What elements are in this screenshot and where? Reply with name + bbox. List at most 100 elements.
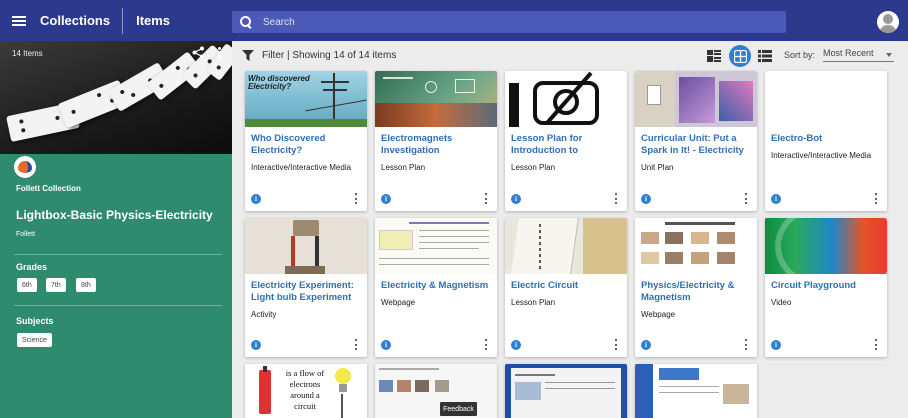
info-icon[interactable]: i bbox=[641, 340, 651, 350]
item-card[interactable]: Curricular Unit: Put a Spark in It! - El… bbox=[635, 71, 757, 211]
sort-value: Most Recent bbox=[823, 48, 874, 58]
item-thumbnail bbox=[635, 218, 757, 274]
item-thumbnail: Who discovered Electricity? bbox=[245, 71, 367, 127]
item-thumbnail bbox=[375, 71, 497, 127]
more-options-icon[interactable] bbox=[614, 193, 618, 204]
feedback-button[interactable]: Feedback bbox=[440, 402, 477, 416]
nav-divider bbox=[122, 7, 124, 34]
filter-status[interactable]: Filter | Showing 14 of 14 items bbox=[262, 50, 396, 61]
item-type: Lesson Plan bbox=[511, 298, 556, 307]
sort-label: Sort by: bbox=[784, 50, 816, 60]
item-title[interactable]: Curricular Unit: Put a Spark in It! - El… bbox=[641, 133, 753, 157]
detail-list-view-icon[interactable] bbox=[754, 45, 776, 67]
search-input[interactable] bbox=[263, 16, 663, 28]
share-icon[interactable] bbox=[192, 46, 205, 59]
nav-collections-link[interactable]: Collections bbox=[40, 13, 110, 28]
item-card[interactable]: Who discovered Electricity? Who Discover… bbox=[245, 71, 367, 211]
more-options-icon[interactable] bbox=[484, 339, 488, 350]
item-type: Interactive/Interactive Media bbox=[771, 151, 872, 160]
more-options-icon[interactable] bbox=[874, 339, 878, 350]
item-type: Activity bbox=[251, 310, 277, 319]
grade-chip-6th[interactable]: 6th bbox=[17, 278, 37, 292]
search-icon bbox=[240, 15, 253, 29]
info-icon[interactable]: i bbox=[771, 194, 781, 204]
item-card[interactable] bbox=[635, 364, 757, 418]
item-card[interactable]: Circuit Playground Video i bbox=[765, 218, 887, 357]
sort-dropdown[interactable]: Most Recent bbox=[823, 48, 894, 62]
info-icon[interactable]: i bbox=[251, 340, 261, 350]
more-options-icon[interactable] bbox=[744, 193, 748, 204]
item-type: Lesson Plan bbox=[511, 163, 556, 172]
collection-hero-image: 14 Items bbox=[0, 41, 232, 154]
grade-chip-7th[interactable]: 7th bbox=[46, 278, 66, 292]
item-thumbnail bbox=[765, 71, 887, 127]
user-avatar-icon[interactable] bbox=[877, 11, 899, 33]
item-type: Webpage bbox=[641, 310, 676, 319]
items-toolbar: Filter | Showing 14 of 14 items Sort by:… bbox=[232, 41, 908, 69]
item-card[interactable] bbox=[375, 364, 497, 418]
info-icon[interactable]: i bbox=[381, 340, 391, 350]
item-card[interactable]: Electricity Experiment: Light bulb Exper… bbox=[245, 218, 367, 357]
nav-items-link[interactable]: Items bbox=[136, 13, 170, 28]
more-options-icon[interactable] bbox=[354, 339, 358, 350]
more-options-icon[interactable] bbox=[216, 46, 222, 59]
item-title[interactable]: Electromagnets Investigation bbox=[381, 133, 493, 157]
item-title[interactable]: Electricity Experiment: Light bulb Exper… bbox=[251, 280, 363, 304]
item-title[interactable]: Physics/Electricity & Magnetism bbox=[641, 280, 753, 304]
info-icon[interactable]: i bbox=[511, 340, 521, 350]
item-type: Interactive/Interactive Media bbox=[251, 163, 352, 172]
item-title[interactable]: Electricity & Magnetism bbox=[381, 280, 493, 292]
item-thumbnail bbox=[505, 218, 627, 274]
item-title[interactable]: Who Discovered Electricity? bbox=[251, 133, 363, 157]
info-icon[interactable]: i bbox=[641, 194, 651, 204]
item-card[interactable]: is a flow of electrons around a circuit bbox=[245, 364, 367, 418]
item-type: Lesson Plan bbox=[381, 163, 426, 172]
item-thumbnail bbox=[765, 218, 887, 274]
item-title[interactable]: Electro-Bot bbox=[771, 133, 883, 145]
item-title[interactable]: Lesson Plan for Introduction to bbox=[511, 133, 623, 157]
grade-chip-8th[interactable]: 8th bbox=[76, 278, 96, 292]
info-icon[interactable]: i bbox=[251, 194, 261, 204]
item-type: Unit Plan bbox=[641, 163, 674, 172]
more-options-icon[interactable] bbox=[874, 193, 878, 204]
grades-label: Grades bbox=[16, 262, 48, 272]
item-card[interactable]: Lesson Plan for Introduction to Lesson P… bbox=[505, 71, 627, 211]
sidebar-divider bbox=[14, 254, 222, 255]
subjects-label: Subjects bbox=[16, 316, 54, 326]
sidebar-divider bbox=[14, 305, 222, 306]
item-title[interactable]: Electric Circuit bbox=[511, 280, 623, 292]
collection-sidebar: 14 Items Follett Collection Lightbox-Bas… bbox=[0, 41, 232, 418]
more-options-icon[interactable] bbox=[614, 339, 618, 350]
item-type: Webpage bbox=[381, 298, 416, 307]
item-title[interactable]: Circuit Playground bbox=[771, 280, 883, 292]
publisher-logo bbox=[14, 156, 36, 178]
item-thumbnail bbox=[505, 364, 627, 418]
items-main-area: Filter | Showing 14 of 14 items Sort by:… bbox=[232, 41, 908, 418]
item-thumbnail bbox=[635, 71, 757, 127]
chevron-down-icon bbox=[886, 53, 892, 57]
item-card[interactable]: Electro-Bot Interactive/Interactive Medi… bbox=[765, 71, 887, 211]
collection-title: Lightbox-Basic Physics-Electricity bbox=[16, 208, 213, 222]
info-icon[interactable]: i bbox=[381, 194, 391, 204]
subject-chip-science[interactable]: Science bbox=[17, 333, 52, 347]
more-options-icon[interactable] bbox=[354, 193, 358, 204]
hamburger-menu-icon[interactable] bbox=[12, 15, 26, 26]
item-card[interactable] bbox=[505, 364, 627, 418]
item-thumbnail bbox=[505, 71, 627, 127]
more-options-icon[interactable] bbox=[744, 339, 748, 350]
collection-author: Follett bbox=[16, 231, 36, 238]
item-card[interactable]: Electricity & Magnetism Webpage i bbox=[375, 218, 497, 357]
item-card[interactable]: Physics/Electricity & Magnetism Webpage … bbox=[635, 218, 757, 357]
more-options-icon[interactable] bbox=[484, 193, 488, 204]
info-icon[interactable]: i bbox=[511, 194, 521, 204]
item-thumbnail bbox=[375, 218, 497, 274]
grid-view-icon[interactable] bbox=[729, 45, 751, 67]
item-card[interactable]: Electric Circuit Lesson Plan i bbox=[505, 218, 627, 357]
item-card[interactable]: Electromagnets Investigation Lesson Plan… bbox=[375, 71, 497, 211]
filter-icon[interactable] bbox=[242, 50, 254, 61]
search-bar[interactable] bbox=[232, 11, 786, 33]
info-icon[interactable]: i bbox=[771, 340, 781, 350]
publisher-name: Follett Collection bbox=[16, 184, 81, 193]
item-thumbnail: is a flow of electrons around a circuit bbox=[245, 364, 367, 418]
list-view-icon[interactable] bbox=[703, 45, 725, 67]
